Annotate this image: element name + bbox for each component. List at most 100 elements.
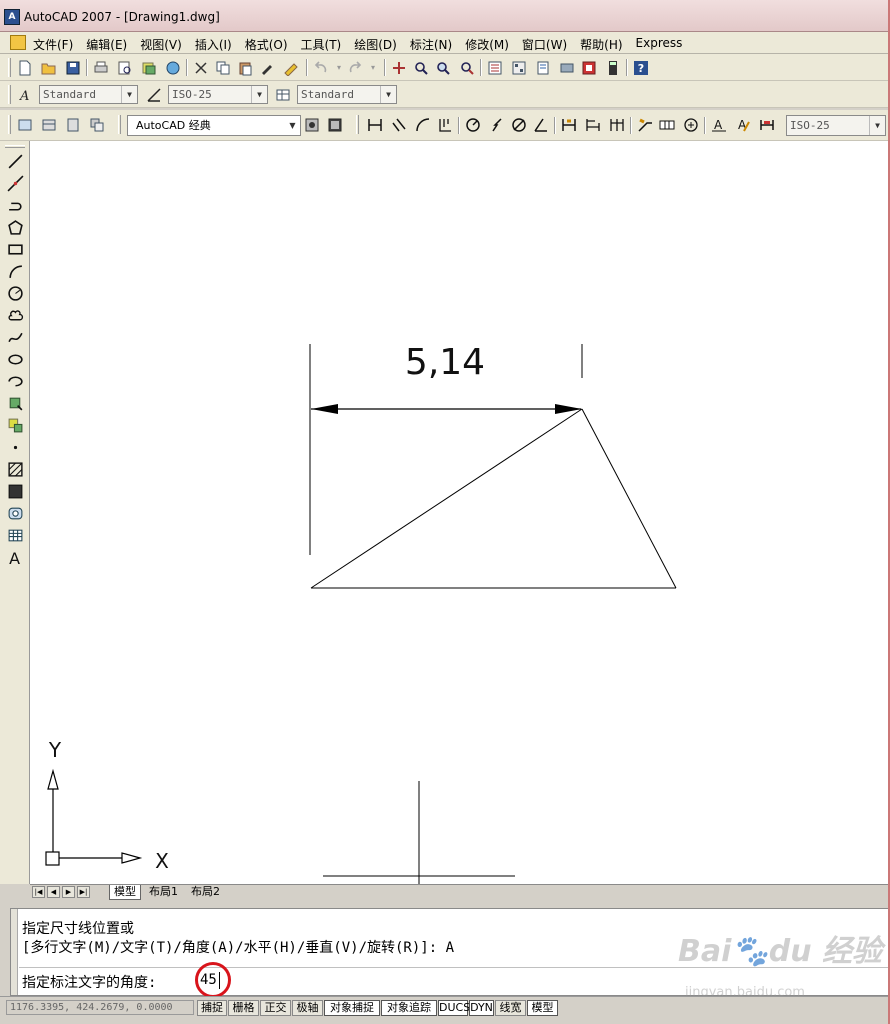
menu-draw[interactable]: 绘图(D) bbox=[354, 36, 397, 53]
help-icon[interactable]: ? bbox=[632, 59, 650, 76]
tolerance-icon[interactable] bbox=[658, 116, 676, 133]
menu-format[interactable]: 格式(O) bbox=[245, 36, 288, 53]
make-block-icon[interactable] bbox=[5, 415, 25, 435]
continue-dimension-icon[interactable] bbox=[608, 116, 626, 133]
quick-dimension-icon[interactable] bbox=[560, 116, 578, 133]
copy-icon[interactable] bbox=[214, 59, 232, 76]
model-space-toggle[interactable]: 模型 bbox=[527, 1000, 558, 1016]
print-icon[interactable] bbox=[92, 59, 110, 76]
zoom-window-icon[interactable] bbox=[434, 59, 452, 76]
triangle-right-edge[interactable] bbox=[581, 408, 677, 589]
markup-set-manager-icon[interactable] bbox=[580, 59, 598, 76]
text-style-icon[interactable]: A bbox=[16, 86, 34, 103]
quickcalc-icon[interactable] bbox=[604, 59, 622, 76]
ortho-toggle[interactable]: 正交 bbox=[260, 1000, 291, 1016]
tab-model[interactable]: 模型 bbox=[109, 885, 141, 900]
layer-properties-icon[interactable] bbox=[40, 116, 58, 133]
ellipse-arc-icon[interactable] bbox=[5, 371, 25, 391]
menu-dimension[interactable]: 标注(N) bbox=[410, 36, 452, 53]
drawing-canvas[interactable]: 5,14 Y X bbox=[30, 141, 890, 884]
toolbar-grip[interactable] bbox=[8, 58, 11, 77]
dyn-toggle[interactable]: DYN bbox=[469, 1000, 494, 1016]
region-icon[interactable] bbox=[5, 503, 25, 523]
ducs-toggle[interactable]: DUCS bbox=[438, 1000, 470, 1016]
arc-length-icon[interactable] bbox=[414, 116, 432, 133]
my-workspace-icon[interactable] bbox=[326, 116, 344, 133]
object-snap-toggle[interactable]: 对象捕捉 bbox=[324, 1000, 380, 1016]
dimension-edit-icon[interactable]: A bbox=[710, 116, 728, 133]
snap-toggle[interactable]: 捕捉 bbox=[197, 1000, 227, 1016]
ellipse-icon[interactable] bbox=[5, 349, 25, 369]
insert-block-icon[interactable] bbox=[5, 393, 25, 413]
polyline-icon[interactable] bbox=[5, 195, 25, 215]
polygon-icon[interactable] bbox=[5, 217, 25, 237]
circle-icon[interactable] bbox=[5, 283, 25, 303]
quick-leader-icon[interactable] bbox=[636, 116, 654, 133]
baseline-dimension-icon[interactable] bbox=[584, 116, 602, 133]
angular-dimension-icon[interactable] bbox=[532, 116, 550, 133]
rectangle-icon[interactable] bbox=[5, 239, 25, 259]
document-icon[interactable] bbox=[10, 35, 26, 50]
arc-icon[interactable] bbox=[5, 261, 25, 281]
triangle-shape[interactable] bbox=[310, 408, 677, 589]
radius-dimension-icon[interactable] bbox=[464, 116, 482, 133]
undo-icon[interactable] bbox=[312, 59, 330, 76]
toolbar-grip[interactable] bbox=[5, 145, 25, 148]
dimension-update-icon[interactable] bbox=[758, 116, 776, 133]
line-icon[interactable] bbox=[5, 151, 25, 171]
dimension-style-select[interactable]: ISO-25 ▼ bbox=[168, 85, 268, 104]
spline-icon[interactable] bbox=[5, 327, 25, 347]
menu-window[interactable]: 窗口(W) bbox=[522, 36, 567, 53]
lineweight-toggle[interactable]: 线宽 bbox=[495, 1000, 526, 1016]
diameter-dimension-icon[interactable] bbox=[510, 116, 528, 133]
layer-previous-icon[interactable] bbox=[64, 116, 82, 133]
polar-toggle[interactable]: 极轴 bbox=[292, 1000, 323, 1016]
menu-file[interactable]: 文件(F) bbox=[33, 36, 73, 53]
text-style-select[interactable]: Standard ▼ bbox=[39, 85, 138, 104]
cut-icon[interactable] bbox=[192, 59, 210, 76]
table-style-icon[interactable] bbox=[274, 86, 292, 103]
center-mark-icon[interactable] bbox=[682, 116, 700, 133]
hatch-icon[interactable] bbox=[5, 459, 25, 479]
toolbar-grip[interactable] bbox=[8, 115, 11, 134]
match-properties-icon[interactable] bbox=[258, 59, 276, 76]
workspace-settings-gear-icon[interactable] bbox=[303, 116, 321, 133]
dimension-text[interactable]: 5,14 bbox=[405, 342, 485, 383]
multiline-text-icon[interactable]: A bbox=[5, 547, 25, 567]
layer-state-icon[interactable] bbox=[88, 116, 106, 133]
redo-icon[interactable] bbox=[346, 59, 364, 76]
zoom-realtime-icon[interactable] bbox=[412, 59, 430, 76]
first-tab-icon[interactable]: |◀ bbox=[32, 886, 45, 898]
point-icon[interactable] bbox=[5, 437, 25, 457]
sheet-set-manager-icon[interactable] bbox=[558, 59, 576, 76]
aligned-dimension-icon[interactable] bbox=[390, 116, 408, 133]
autocad-app-icon[interactable]: A bbox=[4, 9, 20, 25]
print-preview-icon[interactable] bbox=[116, 59, 134, 76]
table-icon[interactable] bbox=[5, 525, 25, 545]
tool-palettes-icon[interactable] bbox=[534, 59, 552, 76]
jogged-dimension-icon[interactable] bbox=[488, 116, 506, 133]
table-style-select[interactable]: Standard ▼ bbox=[297, 85, 397, 104]
workspace-settings-icon[interactable] bbox=[16, 116, 34, 133]
next-tab-icon[interactable]: ▶ bbox=[62, 886, 75, 898]
open-file-icon[interactable] bbox=[40, 59, 58, 76]
construction-line-icon[interactable] bbox=[5, 173, 25, 193]
dimension-style-control[interactable]: ISO-25 ▼ bbox=[786, 115, 886, 136]
linear-dimension[interactable]: 5,14 bbox=[309, 342, 583, 555]
grid-toggle[interactable]: 栅格 bbox=[228, 1000, 259, 1016]
command-window-grip[interactable] bbox=[11, 909, 18, 995]
object-tracking-toggle[interactable]: 对象追踪 bbox=[381, 1000, 437, 1016]
menu-insert[interactable]: 插入(I) bbox=[195, 36, 232, 53]
toolbar-grip[interactable] bbox=[8, 85, 11, 104]
pan-realtime-icon[interactable] bbox=[390, 59, 408, 76]
save-icon[interactable] bbox=[64, 59, 82, 76]
menu-view[interactable]: 视图(V) bbox=[140, 36, 182, 53]
zoom-previous-icon[interactable] bbox=[458, 59, 476, 76]
menu-modify[interactable]: 修改(M) bbox=[465, 36, 509, 53]
publish-icon[interactable] bbox=[140, 59, 158, 76]
toolbar-grip[interactable] bbox=[356, 115, 359, 134]
coordinate-display[interactable]: 1176.3395, 424.2679, 0.0000 bbox=[6, 1000, 194, 1015]
menu-tools[interactable]: 工具(T) bbox=[301, 36, 342, 53]
web-publish-icon[interactable] bbox=[164, 59, 182, 76]
redo-dropdown-icon[interactable]: ▾ bbox=[364, 59, 382, 76]
